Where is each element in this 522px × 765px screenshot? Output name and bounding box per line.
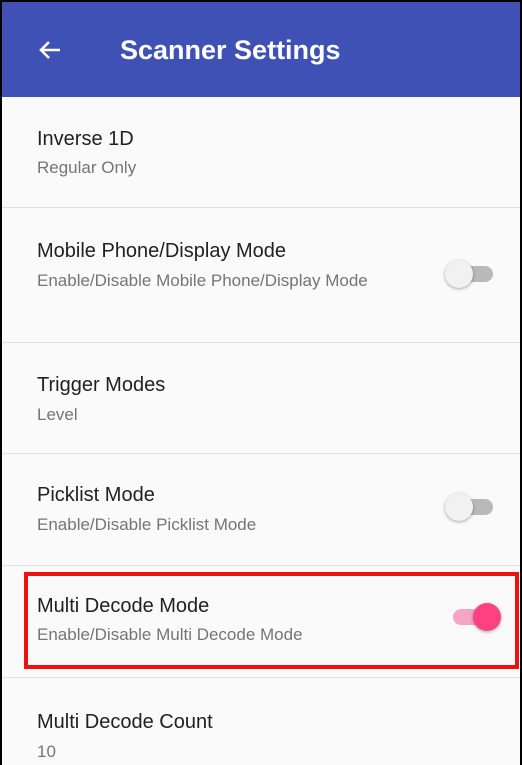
setting-title: Trigger Modes — [37, 374, 166, 396]
screen: Scanner Settings Inverse 1D Regular Only… — [0, 0, 522, 765]
setting-summary: 10 — [37, 742, 56, 761]
setting-multi-decode-mode[interactable]: Multi Decode Mode Enable/Disable Multi D… — [2, 566, 520, 678]
settings-list: Inverse 1D Regular Only Mobile Phone/Dis… — [2, 97, 520, 765]
setting-picklist-mode[interactable]: Picklist Mode Enable/Disable Picklist Mo… — [2, 454, 520, 566]
switch-thumb — [445, 493, 473, 521]
setting-inverse-1d[interactable]: Inverse 1D Regular Only — [2, 97, 520, 208]
setting-summary: Enable/Disable Mobile Phone/Display Mode — [37, 271, 368, 290]
setting-summary: Enable/Disable Multi Decode Mode — [37, 625, 303, 644]
setting-summary: Regular Only — [37, 158, 137, 177]
setting-title: Mobile Phone/Display Mode — [37, 240, 287, 262]
setting-title: Multi Decode Mode — [37, 595, 210, 617]
setting-summary: Level — [37, 405, 78, 424]
arrow-back-icon — [39, 41, 60, 59]
setting-summary: Enable/Disable Picklist Mode — [37, 515, 257, 534]
switch-thumb — [445, 260, 473, 288]
page-title: Scanner Settings — [120, 35, 341, 65]
setting-title: Inverse 1D — [37, 128, 134, 150]
setting-mobile-phone-display-mode[interactable]: Mobile Phone/Display Mode Enable/Disable… — [2, 208, 520, 343]
setting-multi-decode-count[interactable]: Multi Decode Count 10 — [2, 678, 520, 765]
app-bar: Scanner Settings — [2, 2, 520, 97]
setting-title: Picklist Mode — [37, 484, 155, 506]
setting-title: Multi Decode Count — [37, 711, 213, 733]
back-button[interactable] — [30, 30, 70, 70]
setting-trigger-modes[interactable]: Trigger Modes Level — [2, 343, 520, 454]
picklist-mode-toggle[interactable] — [445, 492, 501, 522]
mobile-phone-display-toggle[interactable] — [445, 259, 501, 289]
multi-decode-mode-toggle[interactable] — [445, 602, 501, 632]
switch-thumb — [473, 603, 501, 631]
